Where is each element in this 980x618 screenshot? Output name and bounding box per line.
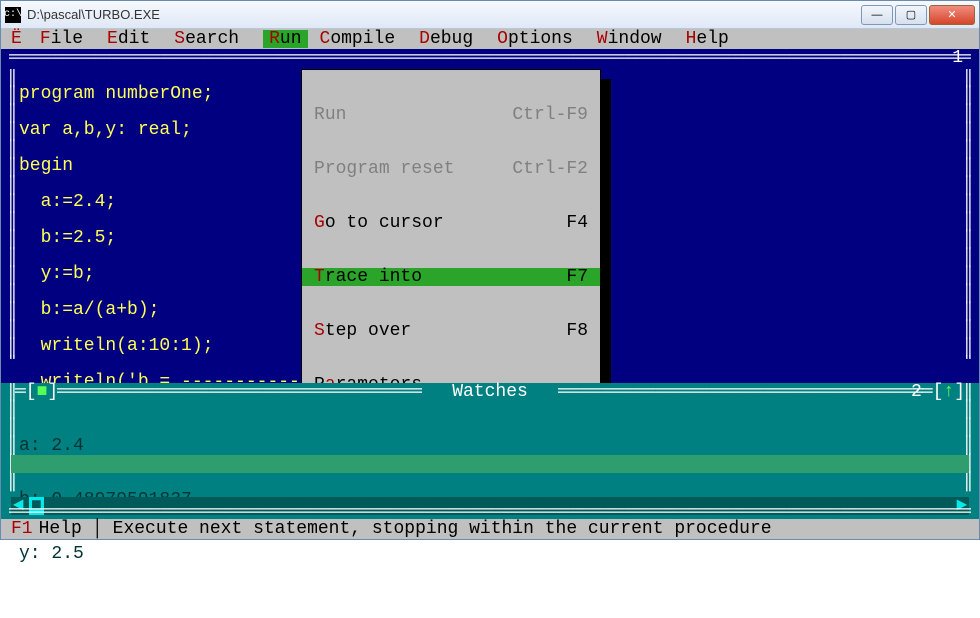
close-button[interactable]: ✕ xyxy=(929,5,975,25)
watches-selected-row[interactable] xyxy=(11,455,969,473)
terminal-area: Ë File Edit Search Run Compile Debug Opt… xyxy=(1,29,979,539)
watch-entry[interactable]: a: 2.4 xyxy=(19,437,192,455)
menu-item-program-reset[interactable]: Program resetCtrl-F2 xyxy=(302,160,600,178)
status-bar: F1 Help │ Execute next statement, stoppi… xyxy=(1,519,979,539)
menu-help[interactable]: Help xyxy=(686,30,729,48)
editor-border-left: ║║║║║║║║║║║║║║║║║║ xyxy=(7,69,17,359)
maximize-button[interactable]: ▢ xyxy=(895,5,927,25)
menu-window[interactable]: Window xyxy=(597,30,662,48)
menu-item-go-to-cursor[interactable]: Go to cursorF4 xyxy=(302,214,600,232)
menu-item-run[interactable]: RunCtrl-F9 xyxy=(302,106,600,124)
app-window: c:\ D:\pascal\TURBO.EXE — ▢ ✕ Ë File Edi… xyxy=(0,0,980,540)
app-icon: c:\ xyxy=(5,7,21,23)
menu-run[interactable]: Run xyxy=(263,30,307,48)
run-menu-dropdown: RunCtrl-F9 Program resetCtrl-F2 Go to cu… xyxy=(301,69,601,431)
menu-item-step-over[interactable]: Step overF8 xyxy=(302,322,600,340)
status-key-label: Help xyxy=(39,520,82,538)
menu-search[interactable]: Search xyxy=(174,30,239,48)
watches-pane[interactable]: ════════════════════════════════════════… xyxy=(1,383,979,519)
status-key: F1 xyxy=(11,520,33,538)
menu-options[interactable]: Options xyxy=(497,30,573,48)
menu-debug[interactable]: Debug xyxy=(419,30,473,48)
status-hint: Execute next statement, stopping within … xyxy=(113,520,772,538)
status-separator: │ xyxy=(92,520,103,538)
window-title: D:\pascal\TURBO.EXE xyxy=(27,7,859,22)
editor-border-right: ║║║║║║║║║║║║║║║║║║ xyxy=(963,69,973,359)
menu-file[interactable]: File xyxy=(40,30,83,48)
menu-compile[interactable]: Compile xyxy=(320,30,396,48)
titlebar: c:\ D:\pascal\TURBO.EXE — ▢ ✕ xyxy=(1,1,979,29)
system-menu-icon[interactable]: Ë xyxy=(11,30,22,48)
watches-window-number: 2═[↑] xyxy=(911,383,965,401)
menu-edit[interactable]: Edit xyxy=(107,30,150,48)
editor-window-number: 1 xyxy=(952,49,963,67)
menubar: Ë File Edit Search Run Compile Debug Opt… xyxy=(1,29,979,49)
watches-title: Watches xyxy=(1,383,979,401)
menu-item-trace-into[interactable]: Trace intoF7 xyxy=(302,268,600,286)
watches-close-icon[interactable]: ═[■] xyxy=(15,383,58,401)
minimize-button[interactable]: — xyxy=(861,5,893,25)
editor-border-top: ════════════════════════════════════════… xyxy=(9,49,971,67)
